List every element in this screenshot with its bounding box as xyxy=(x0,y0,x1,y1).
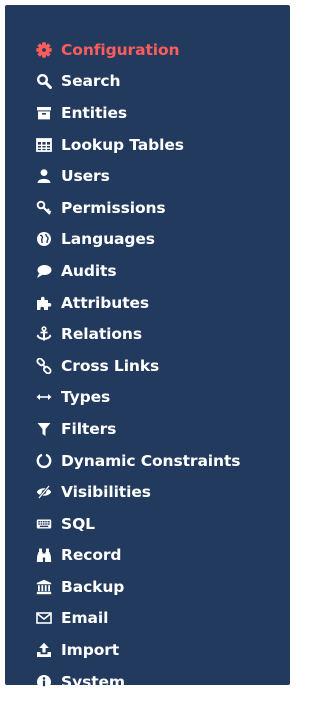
admin-menu: Configuration Search Entities Lookup Tab… xyxy=(35,34,290,697)
menu-item-permissions[interactable]: Permissions xyxy=(35,192,290,224)
menu-item-languages[interactable]: Languages xyxy=(35,224,290,256)
menu-item-label: Search xyxy=(61,72,121,91)
entity-box-icon xyxy=(35,104,53,122)
menu-item-attributes[interactable]: Attributes xyxy=(35,287,290,319)
eye-slash-icon xyxy=(35,483,53,501)
menu-item-lookup-tables[interactable]: Lookup Tables xyxy=(35,129,290,161)
menu-item-label: Audits xyxy=(61,261,117,280)
menu-item-configuration[interactable]: Configuration xyxy=(35,34,290,66)
menu-item-users[interactable]: Users xyxy=(35,160,290,192)
menu-item-filters[interactable]: Filters xyxy=(35,413,290,445)
user-icon xyxy=(35,167,53,185)
menu-item-label: Visibilities xyxy=(61,483,151,502)
admin-sidebar: Configuration Search Entities Lookup Tab… xyxy=(5,5,290,691)
menu-item-label: Email xyxy=(61,609,109,628)
menu-item-relations[interactable]: Relations xyxy=(35,318,290,350)
circle-notch-icon xyxy=(35,452,53,470)
puzzle-icon xyxy=(35,294,53,312)
info-circle-icon xyxy=(35,673,53,691)
menu-item-label: Languages xyxy=(61,230,155,249)
menu-item-label: Users xyxy=(61,167,110,186)
link-icon xyxy=(35,357,53,375)
speech-bubble-icon xyxy=(35,262,53,280)
menu-item-label: Attributes xyxy=(61,293,150,312)
menu-item-import[interactable]: Import xyxy=(35,634,290,666)
menu-item-label: Record xyxy=(61,546,122,565)
menu-item-sql[interactable]: SQL xyxy=(35,508,290,540)
menu-item-label: Dynamic Constraints xyxy=(61,451,241,470)
menu-item-record[interactable]: Record xyxy=(35,540,290,572)
bank-icon xyxy=(35,578,53,596)
gear-icon xyxy=(35,41,53,59)
menu-item-entities[interactable]: Entities xyxy=(35,97,290,129)
menu-item-cross-links[interactable]: Cross Links xyxy=(35,350,290,382)
menu-item-label: Configuration xyxy=(61,40,180,59)
menu-item-label: System xyxy=(61,672,125,691)
filter-icon xyxy=(35,420,53,438)
menu-item-label: Types xyxy=(61,388,111,407)
menu-item-label: Permissions xyxy=(61,198,166,217)
key-icon xyxy=(35,199,53,217)
globe-icon xyxy=(35,230,53,248)
menu-item-system[interactable]: System xyxy=(35,666,290,698)
menu-item-visibilities[interactable]: Visibilities xyxy=(35,476,290,508)
keyboard-icon xyxy=(35,515,53,533)
menu-item-backup[interactable]: Backup xyxy=(35,571,290,603)
binoculars-icon xyxy=(35,546,53,564)
menu-item-label: Entities xyxy=(61,103,128,122)
menu-item-label: Backup xyxy=(61,577,125,596)
menu-item-email[interactable]: Email xyxy=(35,603,290,635)
menu-item-dynamic-constraints[interactable]: Dynamic Constraints xyxy=(35,445,290,477)
envelope-icon xyxy=(35,609,53,627)
menu-item-audits[interactable]: Audits xyxy=(35,255,290,287)
horizontal-arrows-icon xyxy=(35,388,53,406)
menu-item-types[interactable]: Types xyxy=(35,382,290,414)
menu-item-label: Import xyxy=(61,641,120,660)
menu-item-search[interactable]: Search xyxy=(35,66,290,98)
anchor-icon xyxy=(35,325,53,343)
menu-item-label: SQL xyxy=(61,514,95,533)
search-icon xyxy=(35,72,53,90)
menu-item-label: Filters xyxy=(61,419,117,438)
table-icon xyxy=(35,136,53,154)
menu-item-label: Lookup Tables xyxy=(61,135,184,154)
upload-icon xyxy=(35,641,53,659)
menu-item-label: Relations xyxy=(61,325,142,344)
menu-item-label: Cross Links xyxy=(61,356,160,375)
